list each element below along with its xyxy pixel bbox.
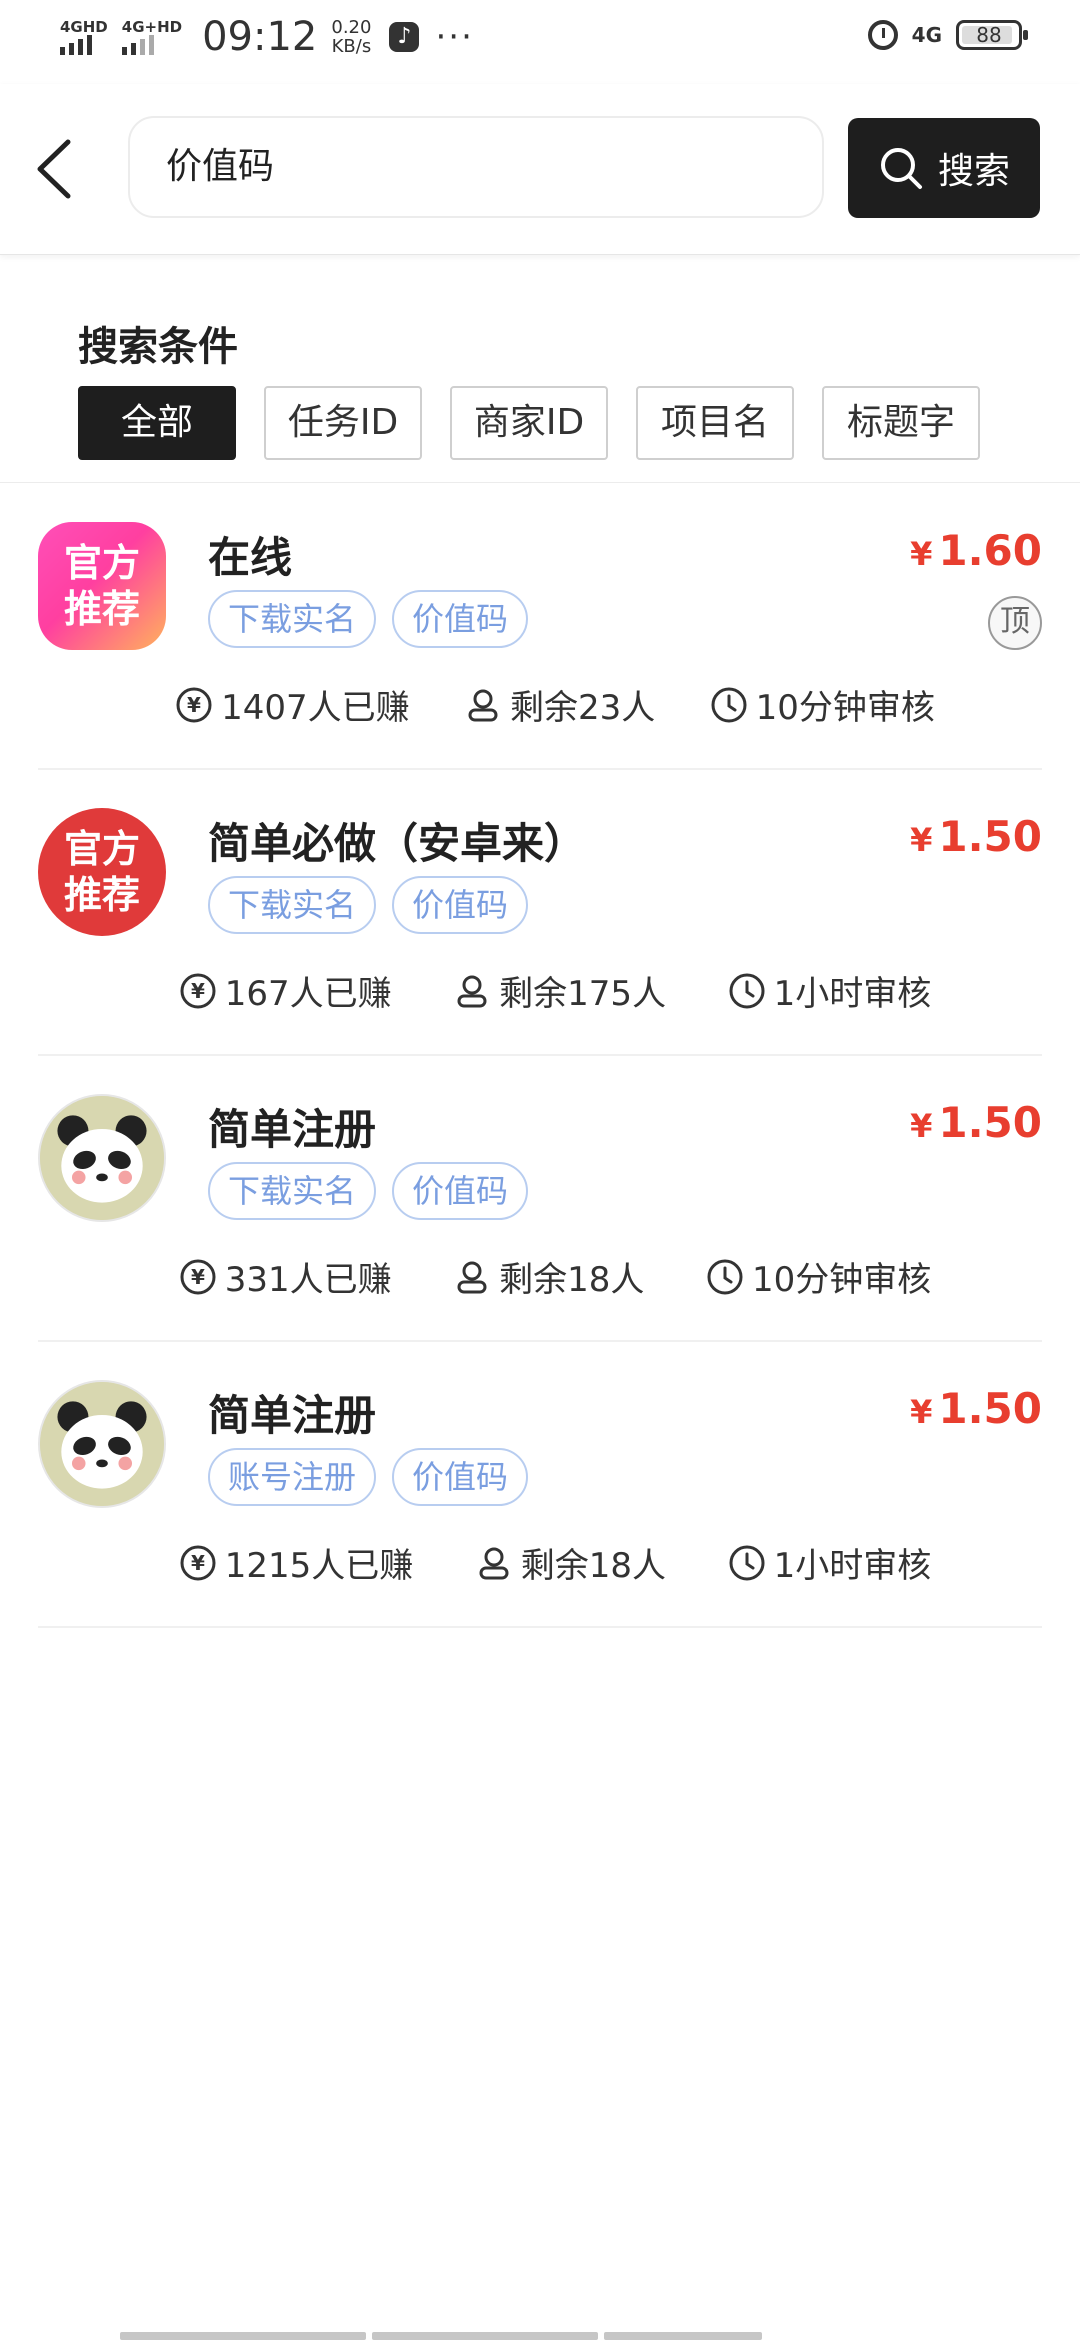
yen-circle-icon: ¥ — [176, 687, 212, 722]
status-bar: 4GHD 4G+HD 09:12 0.20 KB/s ♪ ··· 4G 88 — [0, 0, 1080, 84]
clock: 09:12 — [202, 14, 318, 60]
remaining-count: 剩余23人 — [464, 680, 655, 729]
task-tag: 下载实名 — [208, 876, 377, 934]
filter-chip-task-id[interactable]: 任务ID — [264, 386, 422, 460]
svg-text:¥: ¥ — [187, 693, 201, 717]
tiktok-icon: ♪ — [389, 22, 420, 52]
bottom-nav-indicator — [120, 2332, 960, 2340]
signal-indicator-1: 4GHD — [60, 19, 108, 55]
panda-icon — [40, 1096, 164, 1220]
earned-count: ¥ 1407人已赚 — [175, 680, 410, 729]
back-button[interactable] — [28, 134, 88, 204]
task-price: ¥1.50 — [910, 812, 1042, 861]
official-recommend-logo: 官方 推荐 — [38, 522, 166, 650]
earned-count: ¥ 1215人已赚 — [179, 1538, 413, 1587]
yen-circle-icon: ¥ — [180, 1259, 216, 1294]
task-tag: 下载实名 — [208, 590, 377, 648]
review-time: 1小时审核 — [728, 966, 931, 1015]
earned-count: ¥ 167人已赚 — [179, 966, 392, 1015]
pinned-badge: 顶 — [988, 596, 1042, 650]
task-stats: ¥ 1407人已赚 剩余23人 10分钟审核 — [148, 680, 962, 729]
filter-chip-all[interactable]: 全部 — [78, 386, 236, 460]
battery-icon: 88 — [956, 20, 1028, 50]
review-time: 10分钟审核 — [706, 1252, 931, 1301]
panda-avatar — [38, 1380, 166, 1508]
task-stats: ¥ 167人已赚 剩余175人 1小时审核 — [148, 966, 962, 1015]
search-input[interactable]: 价值码 — [128, 116, 824, 218]
svg-text:¥: ¥ — [191, 1551, 205, 1575]
official-recommend-logo: 官方 推荐 — [38, 808, 166, 936]
task-tag: 价值码 — [392, 876, 529, 934]
task-tags: 账号注册 价值码 — [208, 1448, 529, 1506]
task-list-item[interactable]: 官方 推荐 简单必做（安卓来） ¥1.50 下载实名 价值码 ¥ 167人已赚 … — [38, 770, 1042, 1056]
search-button-label: 搜索 — [937, 151, 1010, 192]
remaining-count: 剩余18人 — [453, 1252, 644, 1301]
task-list-item[interactable]: 简单注册 ¥1.50 下载实名 价值码 ¥ 331人已赚 剩余18人 10分钟审… — [38, 1056, 1042, 1342]
earned-count: ¥ 331人已赚 — [179, 1252, 392, 1301]
review-time: 10分钟审核 — [710, 680, 935, 729]
task-title: 简单注册 — [208, 1105, 377, 1154]
filter-chip-project-name[interactable]: 项目名 — [636, 386, 794, 460]
task-tag: 下载实名 — [208, 1162, 377, 1220]
filter-chip-title-keyword[interactable]: 标题字 — [822, 386, 980, 460]
network-type: 4G — [911, 23, 942, 47]
task-tag: 价值码 — [392, 590, 529, 648]
signal-bars-icon — [121, 35, 154, 55]
svg-text:¥: ¥ — [191, 979, 205, 1003]
chevron-left-icon — [37, 139, 71, 199]
panda-avatar — [38, 1094, 166, 1222]
task-price: ¥1.60 — [910, 526, 1042, 575]
battery-level: 88 — [976, 23, 1002, 47]
task-list-item[interactable]: 官方 推荐 在线 ¥1.60 顶 下载实名 价值码 ¥ 1407人已赚 剩余23… — [38, 484, 1042, 770]
search-header: 价值码 搜索 — [0, 84, 1080, 255]
clock-icon — [729, 1545, 765, 1580]
yen-circle-icon: ¥ — [180, 1545, 216, 1580]
more-notifications-icon: ··· — [435, 17, 474, 57]
task-stats: ¥ 1215人已赚 剩余18人 1小时审核 — [148, 1538, 962, 1587]
yen-circle-icon: ¥ — [180, 973, 216, 1008]
search-button[interactable]: 搜索 — [848, 118, 1040, 218]
clock-icon — [707, 1259, 743, 1294]
task-title: 在线 — [208, 533, 293, 582]
user-icon — [479, 1547, 509, 1579]
task-tags: 下载实名 价值码 — [208, 876, 529, 934]
network-speed: 0.20 KB/s — [331, 17, 372, 57]
task-title: 简单必做（安卓来） — [208, 819, 587, 868]
task-tags: 下载实名 价值码 — [208, 1162, 529, 1220]
divider — [0, 482, 1080, 483]
user-icon — [457, 975, 487, 1007]
task-list-item[interactable]: 简单注册 ¥1.50 账号注册 价值码 ¥ 1215人已赚 剩余18人 1小时审… — [38, 1342, 1042, 1628]
signal-indicator-2: 4G+HD — [121, 19, 182, 55]
search-icon — [880, 148, 922, 189]
user-icon — [457, 1261, 487, 1293]
remaining-count: 剩余18人 — [475, 1538, 666, 1587]
task-tag: 价值码 — [392, 1162, 529, 1220]
task-tags: 下载实名 价值码 — [208, 590, 529, 648]
review-time: 1小时审核 — [728, 1538, 931, 1587]
clock-icon — [729, 973, 765, 1008]
svg-text:¥: ¥ — [191, 1265, 205, 1289]
alarm-icon — [867, 20, 898, 50]
task-stats: ¥ 331人已赚 剩余18人 10分钟审核 — [148, 1252, 962, 1301]
task-title: 简单注册 — [208, 1391, 377, 1440]
clock-icon — [711, 687, 747, 722]
task-tag: 价值码 — [392, 1448, 529, 1506]
user-icon — [468, 689, 498, 721]
panda-icon — [40, 1382, 164, 1506]
task-list: 官方 推荐 在线 ¥1.60 顶 下载实名 价值码 ¥ 1407人已赚 剩余23… — [0, 484, 1080, 1628]
filter-chips: 全部 任务ID 商家ID 项目名 标题字 — [78, 386, 980, 460]
filter-chip-merchant-id[interactable]: 商家ID — [450, 386, 608, 460]
task-tag: 账号注册 — [208, 1448, 377, 1506]
task-price: ¥1.50 — [910, 1384, 1042, 1433]
remaining-count: 剩余175人 — [453, 966, 666, 1015]
filter-title: 搜索条件 — [78, 324, 238, 370]
task-price: ¥1.50 — [910, 1098, 1042, 1147]
signal-bars-icon — [60, 35, 92, 55]
